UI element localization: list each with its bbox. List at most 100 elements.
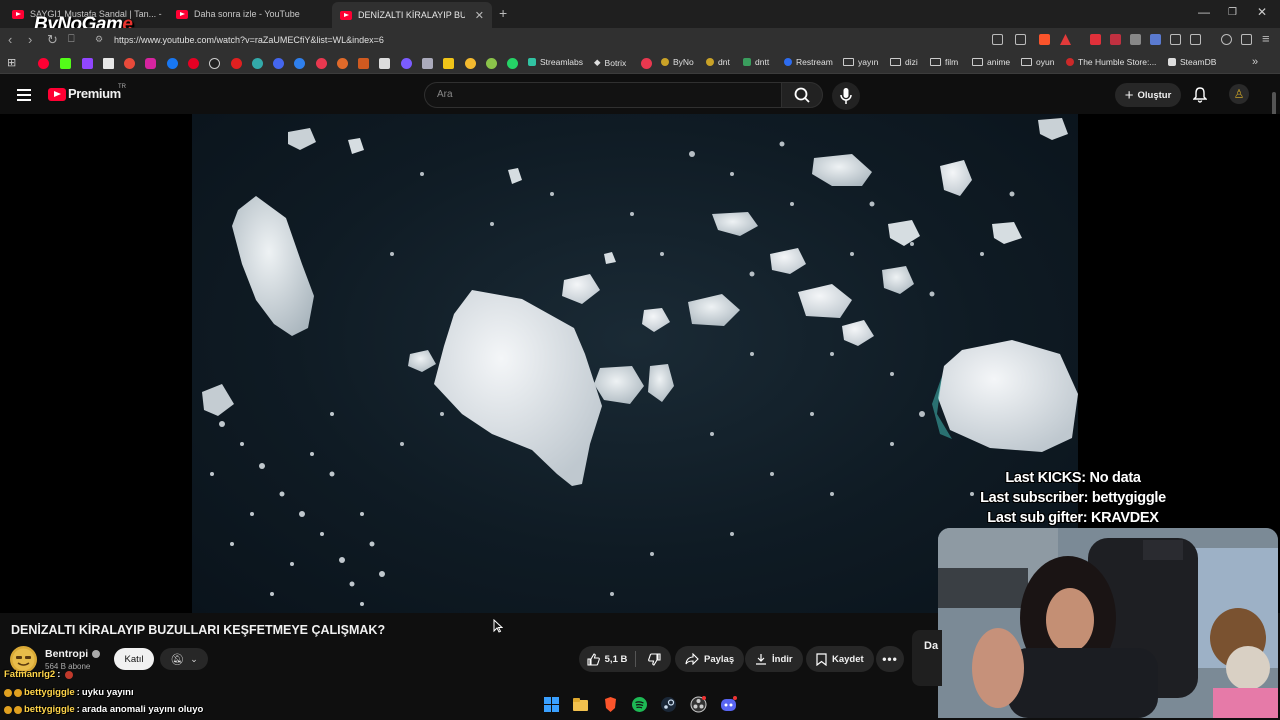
x-bookmark-icon[interactable] xyxy=(103,58,114,69)
bookmark-folder-anime[interactable]: anime xyxy=(972,57,1010,67)
menu-icon[interactable]: ≡ xyxy=(1262,31,1270,46)
obs-studio-icon[interactable] xyxy=(690,696,707,713)
folder-icon xyxy=(843,58,854,66)
voice-search-button[interactable] xyxy=(832,82,860,110)
bookmark-icon[interactable]: ⎕ xyxy=(68,33,75,46)
bookmark-folder-oyun[interactable]: oyun xyxy=(1021,57,1054,67)
bookmark-byno[interactable]: ByNo xyxy=(661,57,694,67)
steam-icon[interactable] xyxy=(660,696,677,713)
discord-icon[interactable] xyxy=(720,696,737,713)
extension-icon[interactable] xyxy=(1130,34,1141,45)
youtube-premium-logo-text[interactable]: Premium xyxy=(68,86,121,101)
apps-grid-icon[interactable]: ⊞ xyxy=(7,56,16,69)
facebook-bookmark-icon[interactable] xyxy=(167,58,178,69)
browser-tab[interactable]: Daha sonra izle - YouTube xyxy=(168,3,328,25)
last-sub-gifter-text: Last sub gifter: KRAVDEX xyxy=(987,510,1159,526)
like-dislike-group: 5,1 B xyxy=(579,646,671,672)
sidebar-toggle-icon[interactable] xyxy=(1190,34,1201,45)
bookmark-folder-yayin[interactable]: yayın xyxy=(843,57,878,67)
like-button[interactable]: 5,1 B xyxy=(579,646,635,672)
bookmark-folder-film[interactable]: film xyxy=(930,57,958,67)
bookmark-botrix[interactable]: ◆ Botrix xyxy=(594,57,626,68)
youtube-header: Premium TR Ara + Oluştur ♙ xyxy=(0,75,1280,115)
bookmark-folder-dizi[interactable]: dizi xyxy=(890,57,918,67)
site-info-icon[interactable]: ⚙ xyxy=(95,34,103,45)
share-button[interactable]: Paylaş xyxy=(675,646,745,672)
notifications-bell-icon[interactable] xyxy=(1193,87,1207,103)
leo-ai-icon[interactable] xyxy=(1241,34,1252,45)
browser-tab-active[interactable]: DENİZALTI KİRALAYIP BUZULLAR ✕ xyxy=(332,2,492,28)
brave-browser-icon[interactable] xyxy=(602,696,619,713)
close-window-icon[interactable]: ✕ xyxy=(1257,5,1267,19)
brave-shield-icon[interactable] xyxy=(1039,34,1050,45)
chat-message: Fatmanrlg2 : xyxy=(4,669,74,680)
binance-bookmark-icon[interactable] xyxy=(465,58,476,69)
reload-icon[interactable]: ↻ xyxy=(47,32,58,48)
close-tab-icon[interactable]: ✕ xyxy=(475,9,484,22)
bookmark-icon[interactable] xyxy=(294,58,305,69)
bookmark-icon[interactable] xyxy=(641,58,652,69)
bookmark-icon[interactable] xyxy=(379,58,390,69)
bookmark-icon[interactable] xyxy=(486,58,497,69)
music-icon[interactable] xyxy=(1221,34,1232,45)
twitch-bookmark-icon[interactable] xyxy=(82,58,93,69)
share-icon[interactable] xyxy=(1015,34,1026,45)
bookmark-icon[interactable] xyxy=(316,58,327,69)
bookmark-streamlabs[interactable]: Streamlabs xyxy=(528,57,583,67)
bookmark-steamdb[interactable]: SteamDB xyxy=(1168,57,1216,67)
byno-icon xyxy=(661,58,669,66)
join-button[interactable]: Katıl xyxy=(114,648,154,670)
bookmark-icon[interactable] xyxy=(124,58,135,69)
pinterest-bookmark-icon[interactable] xyxy=(188,58,199,69)
youtube-bookmark-icon[interactable] xyxy=(38,58,49,69)
extension-icon[interactable] xyxy=(1150,34,1161,45)
bookmark-icon[interactable] xyxy=(401,58,412,69)
gmail-extension-icon[interactable] xyxy=(1090,34,1101,45)
channel-name[interactable]: Bentropi xyxy=(45,648,101,660)
search-input[interactable]: Ara xyxy=(424,82,781,108)
bookmark-icon[interactable] xyxy=(422,58,433,69)
forward-icon[interactable]: › xyxy=(28,32,32,47)
more-actions-button[interactable]: ••• xyxy=(876,646,904,672)
create-button[interactable]: + Oluştur xyxy=(1115,83,1181,107)
bookmark-icon[interactable] xyxy=(358,58,369,69)
more-bookmarks-icon[interactable]: » xyxy=(1252,56,1258,68)
bookmark-restream[interactable]: Restream xyxy=(784,57,833,67)
new-tab-button[interactable]: + xyxy=(499,5,507,21)
hamburger-menu-icon[interactable] xyxy=(17,89,31,101)
tiktok-bookmark-icon[interactable] xyxy=(209,58,220,69)
kick-bookmark-icon[interactable] xyxy=(60,58,71,69)
windows-start-icon[interactable] xyxy=(543,696,560,713)
botrix-icon: ◆ xyxy=(594,57,601,67)
account-avatar[interactable]: ♙ xyxy=(1229,84,1249,104)
bookmark-icon[interactable] xyxy=(273,58,284,69)
bookmark-icon[interactable] xyxy=(443,58,454,69)
save-button[interactable]: Kaydet xyxy=(806,646,874,672)
minimize-icon[interactable]: — xyxy=(1198,5,1210,19)
whatsapp-bookmark-icon[interactable] xyxy=(507,58,518,69)
file-explorer-icon[interactable] xyxy=(572,696,589,713)
search-button[interactable] xyxy=(781,82,823,108)
subscribed-notifications-button[interactable]: 🔕︎ ⌄ xyxy=(160,648,208,670)
extension-icon[interactable] xyxy=(1110,34,1121,45)
bookmark-icon[interactable] xyxy=(337,58,348,69)
cast-icon[interactable] xyxy=(992,34,1003,45)
bookmark-humble-store[interactable]: The Humble Store:... xyxy=(1066,57,1156,67)
bookmark-dntt[interactable]: dntt xyxy=(743,57,769,67)
download-button[interactable]: İndir xyxy=(745,646,803,672)
spotify-icon[interactable] xyxy=(631,696,648,713)
youtube-logo-icon[interactable] xyxy=(48,88,66,101)
dislike-button[interactable] xyxy=(637,646,671,672)
maximize-icon[interactable]: ❐ xyxy=(1228,7,1237,18)
stream-alert-overlay: Last KICKS: No data Last subscriber: bet… xyxy=(960,468,1186,528)
humble-icon xyxy=(1066,58,1074,66)
playlist-panel-edge[interactable]: Da xyxy=(912,630,942,686)
download-label: İndir xyxy=(772,653,793,665)
extensions-puzzle-icon[interactable] xyxy=(1170,34,1181,45)
bookmark-icon[interactable] xyxy=(231,58,242,69)
url-field[interactable]: ⚙ https://www.youtube.com/watch?v=raZaUM… xyxy=(88,31,988,49)
bookmark-icon[interactable] xyxy=(252,58,263,69)
back-icon[interactable]: ‹ xyxy=(8,32,12,47)
bookmark-dnt[interactable]: dnt xyxy=(706,57,730,67)
instagram-bookmark-icon[interactable] xyxy=(145,58,156,69)
